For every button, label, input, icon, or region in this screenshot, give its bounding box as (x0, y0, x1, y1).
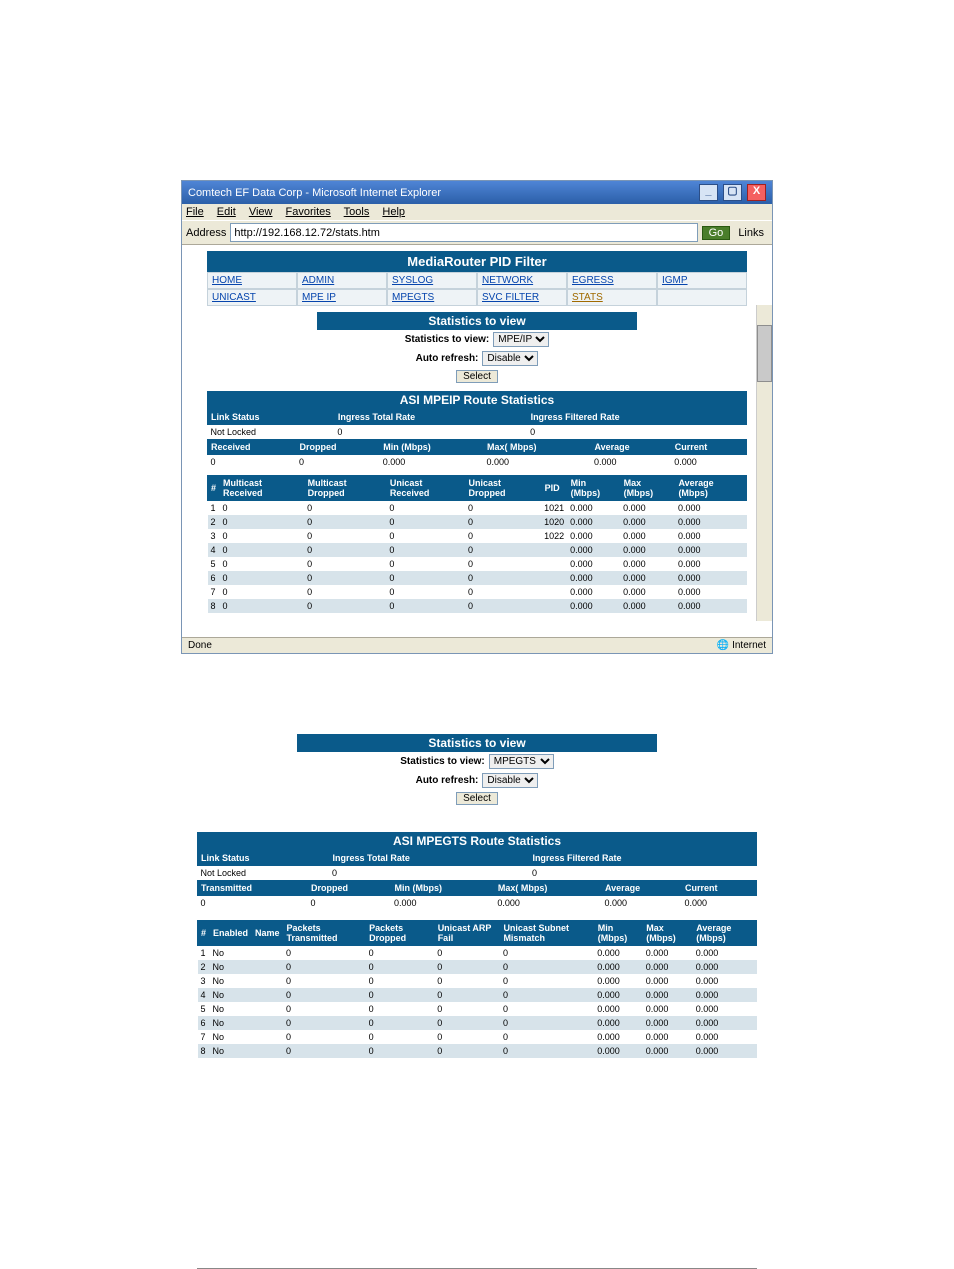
col-header: Average (Mbps) (675, 476, 747, 501)
mpegts-panel: ASI MPEGTS Route Statistics Link Status … (197, 832, 757, 1058)
col-header: Min (Mbps) (567, 476, 620, 501)
select-button-1[interactable]: Select (456, 370, 498, 383)
vertical-scrollbar[interactable] (756, 305, 772, 621)
col-header: Multicast Received (220, 476, 305, 501)
stats-view-label-2: Statistics to view: (400, 756, 484, 767)
table-row: 700000.0000.0000.000 (208, 585, 747, 599)
mpeip-table-rx: Received Dropped Min (Mbps) Max( Mbps) A… (207, 439, 747, 469)
nav-mpegts[interactable]: MPEGTS (387, 289, 477, 306)
menu-help[interactable]: Help (382, 206, 405, 218)
mpegts-table-routes: #EnabledNamePackets TransmittedPackets D… (197, 920, 757, 1058)
col-header: Enabled (210, 921, 252, 946)
table-row: 800000.0000.0000.000 (208, 599, 747, 613)
select-button-2[interactable]: Select (456, 792, 498, 805)
col-header: # (208, 476, 220, 501)
menu-favorites[interactable]: Favorites (286, 206, 331, 218)
status-left: Done (188, 640, 212, 651)
col-header: Packets Dropped (366, 921, 435, 946)
minimize-button[interactable]: _ (699, 184, 718, 201)
auto-refresh-select-1[interactable]: Disable (482, 351, 538, 366)
address-label: Address (186, 227, 226, 239)
table-row: 600000.0000.0000.000 (208, 571, 747, 585)
close-button[interactable]: X (747, 184, 766, 201)
col-header: Unicast Subnet Mismatch (500, 921, 594, 946)
nav-igmp[interactable]: IGMP (657, 272, 747, 289)
nav-mpeip[interactable]: MPE IP (297, 289, 387, 306)
table-row: 3000010220.0000.0000.000 (208, 529, 747, 543)
stats-view-header-1: Statistics to view (317, 312, 637, 330)
table-row: 2No00000.0000.0000.000 (198, 960, 757, 974)
status-bar: Done 🌐 Internet (182, 637, 772, 653)
nav-network[interactable]: NETWORK (477, 272, 567, 289)
col-header: Packets Transmitted (283, 921, 366, 946)
ie-window: Comtech EF Data Corp - Microsoft Interne… (181, 180, 773, 654)
nav-admin[interactable]: ADMIN (297, 272, 387, 289)
mpegts-table-link: Link Status Ingress Total Rate Ingress F… (197, 850, 757, 880)
menu-view[interactable]: View (249, 206, 273, 218)
maximize-button[interactable]: ▢ (723, 184, 742, 201)
col-header: Unicast Received (386, 476, 465, 501)
window-title: Comtech EF Data Corp - Microsoft Interne… (188, 187, 441, 199)
status-right: 🌐 Internet (717, 640, 766, 651)
nav-syslog[interactable]: SYSLOG (387, 272, 477, 289)
col-header: Min (Mbps) (594, 921, 643, 946)
table-row: 7No00000.0000.0000.000 (198, 1030, 757, 1044)
auto-refresh-select-2[interactable]: Disable (482, 773, 538, 788)
nav-svcfilter[interactable]: SVC FILTER (477, 289, 567, 306)
mpeip-table-routes: #Multicast ReceivedMulticast DroppedUnic… (207, 475, 747, 613)
table-row: 3No00000.0000.0000.000 (198, 974, 757, 988)
nav-empty (657, 289, 747, 306)
links-label[interactable]: Links (738, 227, 764, 239)
col-header: Unicast Dropped (465, 476, 541, 501)
window-controls: _ ▢ X (697, 184, 766, 201)
nav-row-2: UNICAST MPE IP MPEGTS SVC FILTER STATS (207, 289, 747, 306)
mpegts-table-tx: Transmitted Dropped Min (Mbps) Max( Mbps… (197, 880, 757, 910)
table-row: 1000010210.0000.0000.000 (208, 501, 747, 516)
nav-row-1: HOME ADMIN SYSLOG NETWORK EGRESS IGMP (207, 272, 747, 289)
nav-home[interactable]: HOME (207, 272, 297, 289)
mpeip-table-link: Link Status Ingress Total Rate Ingress F… (207, 409, 747, 439)
table-row: 400000.0000.0000.000 (208, 543, 747, 557)
col-header: Max (Mbps) (643, 921, 693, 946)
col-header: Average (Mbps) (693, 921, 757, 946)
table-row: 5No00000.0000.0000.000 (198, 1002, 757, 1016)
col-header: Unicast ARP Fail (434, 921, 500, 946)
menu-tools[interactable]: Tools (344, 206, 370, 218)
table-row: 8No00000.0000.0000.000 (198, 1044, 757, 1058)
col-header: # (198, 921, 210, 946)
col-header: Multicast Dropped (304, 476, 386, 501)
address-bar: Address http://192.168.12.72/stats.htm G… (182, 220, 772, 245)
mpeip-header: ASI MPEIP Route Statistics (207, 391, 747, 409)
table-row: 4No00000.0000.0000.000 (198, 988, 757, 1002)
stats-view-select-2[interactable]: MPEGTS (489, 754, 554, 769)
col-header: PID (541, 476, 567, 501)
menubar: File Edit View Favorites Tools Help (182, 204, 772, 220)
stats-view-header-2: Statistics to view (297, 734, 657, 752)
mpegts-header: ASI MPEGTS Route Statistics (197, 832, 757, 850)
address-input[interactable]: http://192.168.12.72/stats.htm (230, 223, 697, 242)
table-row: 1No00000.0000.0000.000 (198, 946, 757, 961)
menu-file[interactable]: File (186, 206, 204, 218)
table-row: 500000.0000.0000.000 (208, 557, 747, 571)
menu-edit[interactable]: Edit (217, 206, 236, 218)
stats-view-select-1[interactable]: MPE/IP (493, 332, 549, 347)
go-button[interactable]: Go (702, 226, 731, 240)
table-row: 6No00000.0000.0000.000 (198, 1016, 757, 1030)
col-header: Max (Mbps) (620, 476, 675, 501)
nav-egress[interactable]: EGRESS (567, 272, 657, 289)
titlebar: Comtech EF Data Corp - Microsoft Interne… (182, 181, 772, 204)
auto-refresh-label-1: Auto refresh: (416, 353, 479, 364)
content-area: MediaRouter PID Filter HOME ADMIN SYSLOG… (182, 245, 772, 637)
col-header: Name (252, 921, 284, 946)
app-header: MediaRouter PID Filter (207, 251, 747, 272)
stats-view-label-1: Statistics to view: (405, 334, 489, 345)
nav-unicast[interactable]: UNICAST (207, 289, 297, 306)
table-row: 2000010200.0000.0000.000 (208, 515, 747, 529)
nav-stats[interactable]: STATS (567, 289, 657, 306)
stats-view-panel-2: Statistics to view Statistics to view: M… (297, 734, 657, 807)
auto-refresh-label-2: Auto refresh: (416, 775, 479, 786)
